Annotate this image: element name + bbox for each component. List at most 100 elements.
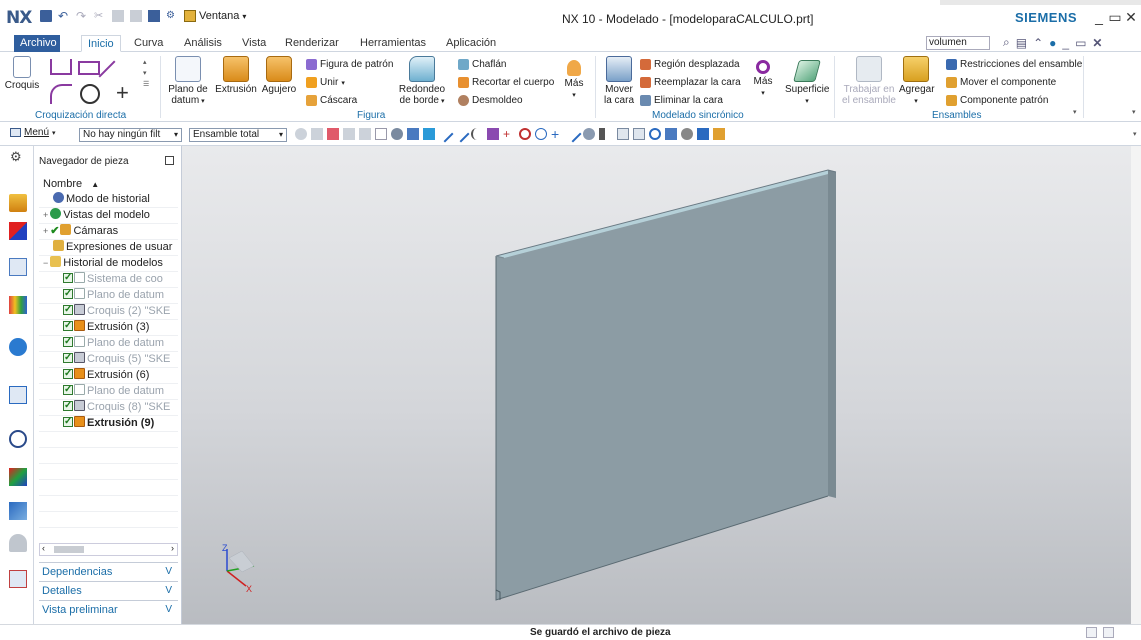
wireframe-icon[interactable]	[407, 128, 419, 140]
tab-aplicacion[interactable]: Aplicación	[440, 35, 502, 52]
snap-icon[interactable]	[311, 128, 323, 140]
search-icon[interactable]: ⌕	[1003, 35, 1010, 50]
type-filter-dropdown[interactable]: No hay ningún filt ▾	[79, 128, 182, 142]
snap-existing-point-icon[interactable]: +	[551, 127, 563, 141]
sync-more-button[interactable]: Más ▾	[750, 60, 776, 99]
expand-icon[interactable]: +	[43, 210, 48, 220]
circle-icon[interactable]	[80, 84, 100, 104]
redo-icon[interactable]: ↷	[76, 10, 88, 22]
box-select-icon[interactable]	[375, 128, 387, 140]
reuse-library-icon[interactable]	[9, 296, 27, 314]
history-icon[interactable]	[9, 386, 27, 404]
tree-node[interactable]: Expresiones de usuar	[39, 240, 178, 256]
snap-arc-icon[interactable]	[471, 128, 483, 140]
scroll-left-icon[interactable]: ‹	[42, 543, 45, 553]
tree-node[interactable]: Sistema de coo	[39, 272, 178, 288]
cut-icon[interactable]: ✂	[94, 10, 106, 22]
snap-mid-icon[interactable]	[487, 128, 499, 140]
add-component-button[interactable]: Agregar ▾	[899, 56, 935, 107]
move-face-button[interactable]: Mover la cara	[603, 56, 635, 106]
snap-intersect-icon[interactable]: +	[503, 128, 515, 140]
main-menu-button[interactable]: Menú ▾	[10, 127, 56, 138]
orient-view-icon[interactable]	[665, 128, 677, 140]
general-selection-icon[interactable]	[327, 128, 339, 140]
graphics-window[interactable]: Z X	[182, 146, 1141, 624]
tab-herramientas[interactable]: Herramientas	[354, 35, 432, 52]
tab-analisis[interactable]: Análisis	[178, 35, 228, 52]
tab-vista[interactable]: Vista	[236, 35, 272, 52]
sketch-gallery-scroll[interactable]: ▴ ▾ ☰	[143, 57, 151, 102]
chamfer-button[interactable]: Chaflán	[458, 58, 506, 71]
snap-point-icon[interactable]	[423, 128, 435, 140]
surface-button[interactable]: Superficie ▾	[785, 60, 829, 107]
tree-node[interactable]: Modo de historial	[39, 192, 178, 208]
toolbar-options-icon[interactable]: ▾	[1133, 130, 1137, 138]
roles-icon[interactable]	[9, 502, 27, 520]
undo-icon[interactable]: ↶	[58, 10, 70, 22]
plate-side-face[interactable]	[828, 170, 836, 498]
visibility-checkbox[interactable]	[63, 368, 73, 381]
settings-icon[interactable]: ⚙	[10, 149, 22, 165]
chevron-down-icon[interactable]: ▾	[1073, 108, 1077, 116]
tree-node[interactable]: Extrusión (3)	[39, 320, 178, 336]
window-menu[interactable]: Ventana ▾	[184, 10, 246, 22]
snap-center-icon[interactable]	[519, 128, 531, 140]
tab-curva[interactable]: Curva	[128, 35, 169, 52]
visibility-checkbox[interactable]	[63, 400, 73, 413]
tab-archivo[interactable]: Archivo	[14, 35, 60, 52]
selection-status-icon[interactable]	[1086, 627, 1097, 638]
copy-icon[interactable]	[112, 10, 124, 22]
assembly-constraints-button[interactable]: Restricciones del ensamble	[946, 58, 1082, 71]
select-all-icon[interactable]	[359, 128, 371, 140]
visibility-checkbox[interactable]	[63, 288, 73, 301]
full-screen-icon[interactable]	[1103, 627, 1114, 638]
tree-node[interactable]: Plano de datum	[39, 384, 178, 400]
unite-button[interactable]: Unir ▾	[306, 76, 345, 89]
scroll-thumb[interactable]	[54, 546, 84, 553]
navigator-horizontal-scrollbar[interactable]: ‹ ›	[39, 543, 178, 556]
datum-plane-button[interactable]: Plano de datum ▾	[168, 56, 208, 107]
visibility-checkbox[interactable]	[63, 272, 73, 285]
repeat-command-icon[interactable]: ⚙	[166, 10, 178, 22]
doc-minimize-icon[interactable]: _	[1062, 36, 1069, 50]
save-as-icon[interactable]	[148, 10, 160, 22]
render-style-icon[interactable]	[681, 128, 693, 140]
snap-on-face-icon[interactable]	[583, 128, 595, 140]
plate-front-face[interactable]	[496, 170, 828, 600]
command-search-input[interactable]: volumen	[926, 36, 990, 50]
tree-node[interactable]: Croquis (5) "SKE	[39, 352, 178, 368]
tab-renderizar[interactable]: Renderizar	[279, 35, 345, 52]
paste-icon[interactable]	[130, 10, 142, 22]
work-in-assembly-button[interactable]: Trabajar en el ensamble	[842, 56, 896, 106]
trim-body-button[interactable]: Recortar el cuerpo	[458, 76, 554, 89]
selection-scope-dropdown[interactable]: Ensamble total ▾	[189, 128, 287, 142]
scroll-right-icon[interactable]: ›	[171, 543, 174, 553]
web-browser-icon[interactable]	[9, 338, 27, 356]
collapse-icon[interactable]: −	[43, 258, 48, 268]
layout-icon[interactable]: ▤	[1016, 36, 1027, 50]
pattern-component-button[interactable]: Componente patrón	[946, 94, 1048, 107]
profile-icon[interactable]	[50, 59, 72, 75]
show-hide-icon[interactable]	[713, 128, 725, 140]
pattern-feature-button[interactable]: Figura de patrón	[306, 58, 393, 71]
collapse-ribbon-icon[interactable]: ⌃	[1033, 36, 1043, 50]
restore-icon[interactable]: ▭	[1108, 9, 1122, 26]
snap-on-curve-icon[interactable]	[564, 125, 582, 143]
maximize-icon[interactable]	[165, 156, 174, 165]
move-component-button[interactable]: Mover el componente	[946, 76, 1056, 89]
arc-icon[interactable]	[50, 84, 72, 104]
tree-node[interactable]: Extrusión (9)	[39, 416, 178, 432]
delete-face-button[interactable]: Eliminar la cara	[640, 94, 723, 107]
column-header-nombre[interactable]: Nombre ▲	[43, 178, 99, 190]
point-icon[interactable]: +	[116, 82, 129, 104]
constraint-navigator-icon[interactable]	[9, 222, 27, 240]
panel-vista-preliminar[interactable]: Vista preliminar V	[39, 600, 178, 618]
feature-more-button[interactable]: Más ▾	[561, 60, 587, 101]
tree-node[interactable]: + ✔ Cámaras	[39, 224, 178, 240]
expand-icon[interactable]: +	[43, 226, 48, 236]
visibility-checkbox[interactable]	[63, 320, 73, 333]
clock-icon[interactable]	[9, 430, 27, 448]
snap-bounded-icon[interactable]	[599, 128, 605, 140]
offset-region-button[interactable]: Región desplazada	[640, 58, 740, 71]
edit-section-icon[interactable]	[697, 128, 709, 140]
